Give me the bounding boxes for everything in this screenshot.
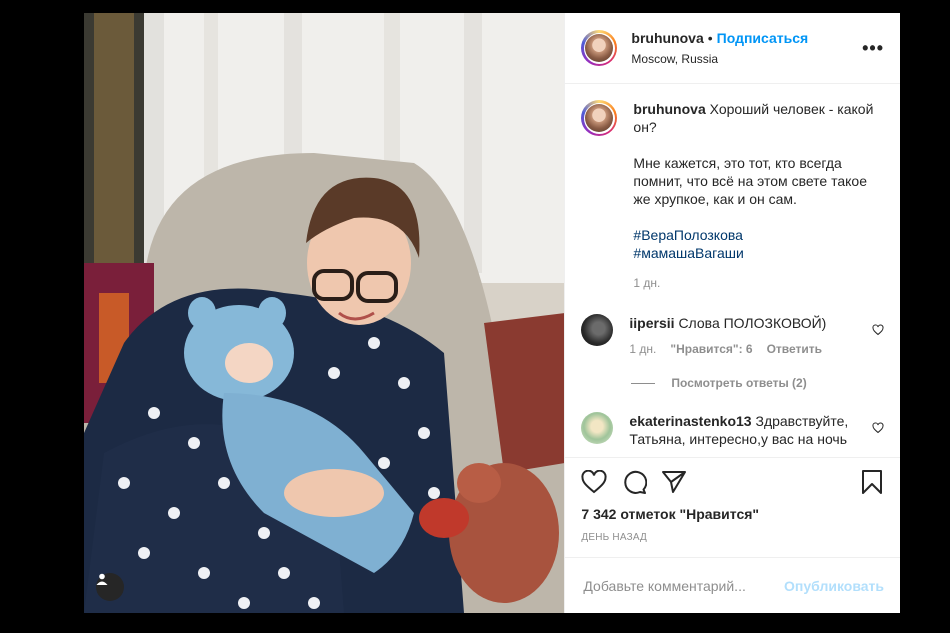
post-sidebar: bruhunova • Подписаться Moscow, Russia •••…: [564, 13, 900, 613]
post-header: bruhunova • Подписаться Moscow, Russia •••: [565, 13, 900, 84]
comment-username[interactable]: iipersii: [629, 315, 674, 331]
add-comment-bar: Опубликовать: [565, 557, 900, 613]
post-location[interactable]: Moscow, Russia: [631, 52, 862, 66]
post-caption: bruhunova Хороший человек - какой он? Мн…: [581, 100, 884, 292]
view-replies-label: Посмотреть ответы (2): [671, 376, 807, 390]
publish-button[interactable]: Опубликовать: [784, 578, 884, 594]
action-icons: [581, 458, 884, 506]
comment-like-heart-icon[interactable]: [872, 422, 884, 437]
share-icon[interactable]: [661, 470, 687, 494]
comment-input[interactable]: [581, 576, 785, 595]
caption-line2: Мне кажется, это тот, кто всегда помнит,…: [633, 155, 867, 207]
hashtag-link[interactable]: #ВераПолозкова: [633, 226, 884, 244]
comment-item: iipersii Слова ПОЛОЗКОВОЙ) 1 дн. "Нравит…: [581, 314, 884, 358]
likes-count[interactable]: 7 342 отметок "Нравится": [581, 506, 884, 522]
comment-avatar[interactable]: [581, 412, 614, 444]
author-info: bruhunova • Подписаться Moscow, Russia: [631, 30, 862, 66]
comment-avatar[interactable]: [581, 314, 614, 346]
comment-icon[interactable]: [621, 470, 648, 494]
comment-likes[interactable]: "Нравится": 6: [670, 340, 752, 358]
separator-dot: •: [707, 30, 713, 46]
comment-text: Слова ПОЛОЗКОВОЙ): [678, 315, 827, 331]
author-avatar[interactable]: [581, 30, 618, 66]
comment-username[interactable]: ekaterinastenko13: [629, 413, 751, 429]
reply-button[interactable]: Ответить: [767, 340, 822, 358]
view-replies-button[interactable]: Посмотреть ответы (2): [631, 376, 884, 390]
author-username[interactable]: bruhunova: [631, 30, 703, 46]
replies-divider: [631, 382, 656, 384]
post-actions: 7 342 отметок "Нравится" ДЕНЬ НАЗАД: [565, 457, 900, 557]
caption-username[interactable]: bruhunova: [633, 101, 705, 117]
more-options-icon[interactable]: •••: [862, 38, 884, 59]
post-photo[interactable]: [84, 13, 565, 613]
post-modal: bruhunova • Подписаться Moscow, Russia •••…: [84, 13, 900, 613]
post-date: ДЕНЬ НАЗАД: [581, 532, 648, 543]
comment-time: 1 дн.: [629, 342, 657, 356]
comments-list[interactable]: bruhunova Хороший человек - какой он? Мн…: [565, 84, 900, 457]
tagged-users-icon[interactable]: [96, 573, 124, 601]
caption-time: 1 дн.: [633, 276, 661, 290]
caption-avatar[interactable]: [581, 100, 618, 136]
comment-like-heart-icon[interactable]: [872, 324, 884, 339]
follow-button[interactable]: Подписаться: [717, 30, 809, 46]
comment-item: ekaterinastenko13 Здравствуйте, Татьяна,…: [581, 412, 884, 448]
hashtag-link[interactable]: #мамашаВагаши: [633, 244, 884, 262]
heart-icon[interactable]: [581, 470, 607, 494]
bookmark-icon[interactable]: [860, 469, 884, 495]
photo-illustration: [84, 13, 565, 613]
